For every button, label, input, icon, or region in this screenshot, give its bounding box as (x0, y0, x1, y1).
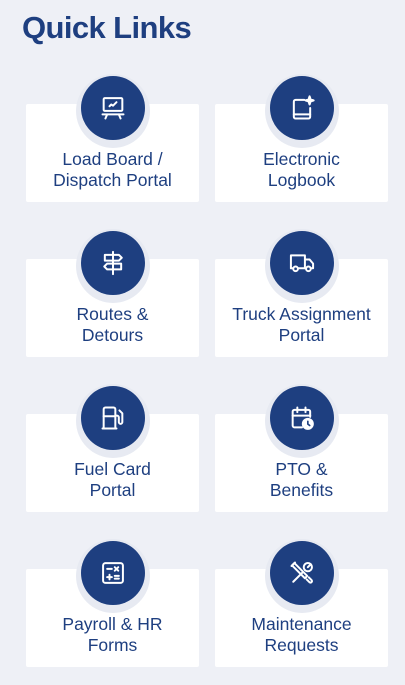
link-label-line2: Portal (89, 480, 136, 500)
fuel-pump-icon (80, 386, 145, 450)
link-label: Fuel Card Portal (30, 459, 195, 501)
link-label-line1: Maintenance (251, 614, 352, 634)
link-label-line1: Electronic (263, 149, 340, 169)
quick-link-pto-benefits[interactable]: PTO & Benefits (215, 384, 388, 512)
quick-link-electronic-logbook[interactable]: Electronic Logbook (215, 74, 388, 202)
quick-link-fuel-card[interactable]: Fuel Card Portal (26, 384, 199, 512)
link-label: Load Board / Dispatch Portal (30, 149, 195, 191)
signpost-icon (80, 231, 145, 295)
link-label-line1: Fuel Card (74, 459, 151, 479)
truck-icon (269, 231, 334, 295)
calculator-icon (80, 541, 145, 605)
link-label-line1: Truck Assignment (232, 304, 371, 324)
link-label: Routes & Detours (30, 304, 195, 346)
link-label: PTO & Benefits (219, 459, 384, 501)
link-label: Payroll & HR Forms (30, 614, 195, 656)
presentation-board-icon (80, 76, 145, 140)
link-label-line1: Payroll & HR (62, 614, 163, 634)
quick-links-grid: Load Board / Dispatch Portal Electronic … (26, 74, 388, 667)
link-label-line2: Portal (278, 325, 325, 345)
tools-icon (269, 541, 334, 605)
link-label-line2: Detours (81, 325, 144, 345)
link-label-line1: PTO & (275, 459, 328, 479)
link-label-line2: Benefits (269, 480, 334, 500)
quick-link-load-board[interactable]: Load Board / Dispatch Portal (26, 74, 199, 202)
link-label: Truck Assignment Portal (219, 304, 384, 346)
link-label: Electronic Logbook (219, 149, 384, 191)
calendar-clock-icon (269, 386, 334, 450)
link-label-line2: Forms (87, 635, 138, 655)
link-label-line1: Load Board / (62, 149, 163, 169)
logbook-sparkle-icon (269, 76, 334, 140)
quick-link-maintenance[interactable]: Maintenance Requests (215, 539, 388, 667)
link-label: Maintenance Requests (219, 614, 384, 656)
link-label-line2: Dispatch Portal (53, 170, 172, 190)
link-label-line2: Requests (264, 635, 339, 655)
link-label-line2: Logbook (267, 170, 336, 190)
quick-link-truck-assignment[interactable]: Truck Assignment Portal (215, 229, 388, 357)
link-label-line1: Routes & (76, 304, 149, 324)
quick-link-payroll-hr[interactable]: Payroll & HR Forms (26, 539, 199, 667)
page-title: Quick Links (22, 10, 192, 45)
quick-link-routes-detours[interactable]: Routes & Detours (26, 229, 199, 357)
